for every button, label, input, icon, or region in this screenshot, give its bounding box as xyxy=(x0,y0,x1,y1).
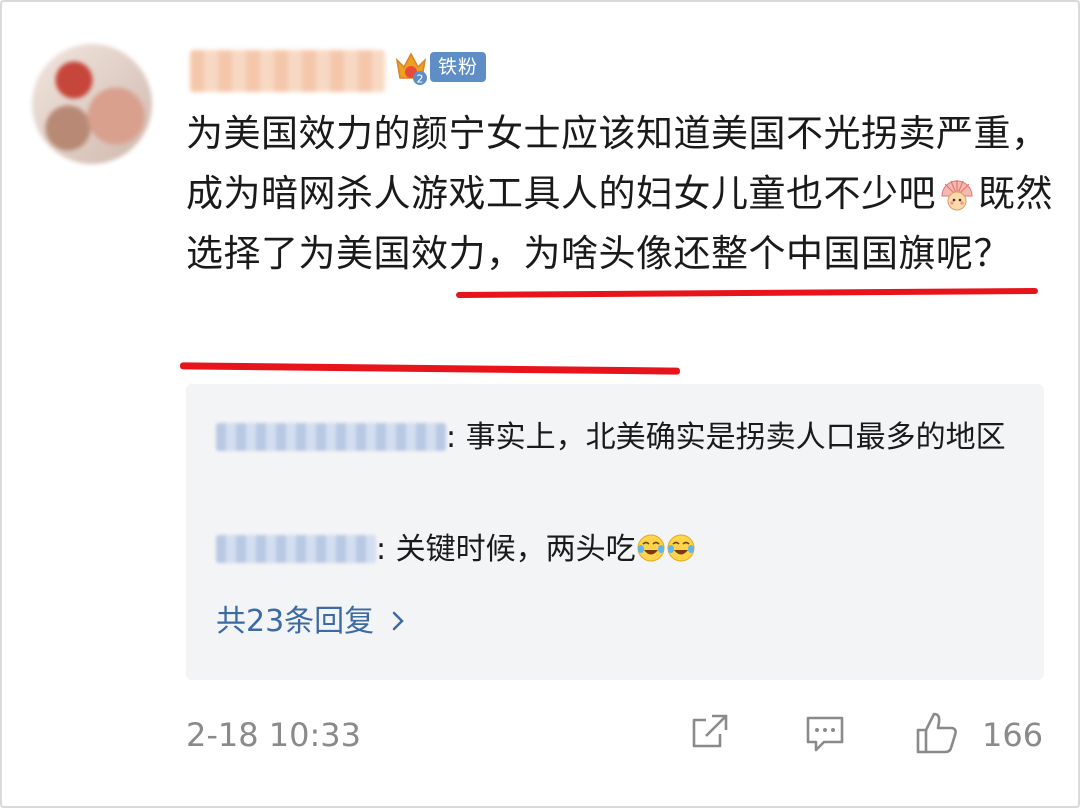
thumbs-up-icon[interactable] xyxy=(914,710,960,756)
like-count: 166 xyxy=(982,716,1044,754)
username-blurred[interactable] xyxy=(190,50,385,92)
crown-badge-icon: 2 xyxy=(395,52,427,86)
replies-panel: : 事实上，北美确实是拐卖人口最多的地区 : 关键时候，两头吃 共23条回复 xyxy=(186,384,1044,680)
comment-footer: 2-18 10:33 166 xyxy=(186,712,1046,762)
comment-text: 为美国效力的颜宁女士应该知道美国不光拐卖严重，成为暗网杀人游戏工具人的妇女儿童也… xyxy=(186,104,1058,284)
fan-face-emoji-icon xyxy=(941,180,973,211)
reply-text: : 关键时候，两头吃 xyxy=(376,532,636,567)
reply-username-blurred[interactable] xyxy=(216,423,446,451)
share-icon[interactable] xyxy=(690,712,730,752)
reply-username-blurred[interactable] xyxy=(216,535,376,563)
more-replies-link[interactable]: 共23条回复 xyxy=(216,602,406,642)
comment-icon[interactable] xyxy=(804,714,846,754)
comment-timestamp: 2-18 10:33 xyxy=(186,716,362,754)
comment-text-part1: 为美国效力的颜宁女士应该知道美国不光拐卖严重，成为暗网杀人游戏工具人的妇女儿童也… xyxy=(186,112,1049,215)
fan-badge: 铁粉 xyxy=(430,52,487,82)
reply-item[interactable]: : 关键时候，两头吃 xyxy=(216,522,1026,578)
chevron-right-icon xyxy=(392,611,404,631)
crown-level: 2 xyxy=(417,73,424,86)
reply-text: : 事实上，北美确实是拐卖人口最多的地区 xyxy=(446,420,1006,455)
laugh-cry-emoji-icon xyxy=(637,534,665,562)
more-replies-label: 共23条回复 xyxy=(216,604,384,639)
laugh-cry-emoji-icon xyxy=(667,534,695,562)
avatar[interactable] xyxy=(32,44,152,164)
reply-item[interactable]: : 事实上，北美确实是拐卖人口最多的地区 xyxy=(216,410,1026,466)
